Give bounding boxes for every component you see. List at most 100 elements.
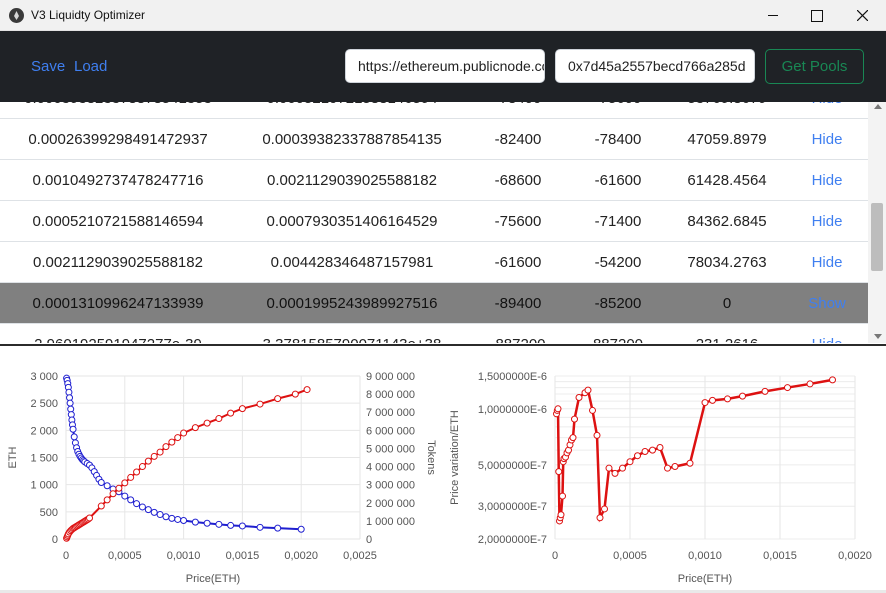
data-point (144, 506, 152, 514)
price-upper-cell: 0.0007930351406164529 (266, 213, 438, 230)
price-upper-cell: 0.004428346487157981 (270, 254, 434, 271)
data-point (162, 443, 170, 451)
price-upper-cell: 3.3781585790071143e+38 (236, 324, 468, 343)
data-point (686, 459, 694, 467)
data-point (156, 448, 164, 456)
data-point (66, 399, 74, 407)
data-point (180, 429, 188, 437)
pool-address-input[interactable]: 0x7d45a2557becd766a285d (555, 49, 755, 83)
table-row: 0.000393823378878541353 0.00052107215881… (0, 102, 868, 119)
data-point (256, 523, 264, 531)
data-point (162, 513, 170, 521)
tick-upper-cell: -71400 (594, 213, 642, 230)
get-pools-button[interactable]: Get Pools (765, 49, 864, 84)
y2-tick-label: 6 000 000 (366, 425, 415, 437)
price-lower-cell: 0.0010492737478247716 (32, 172, 204, 189)
y-tick-label: 1 000 (30, 480, 58, 492)
data-point (739, 392, 746, 400)
close-button[interactable] (840, 0, 886, 31)
data-point (168, 438, 176, 446)
data-point (69, 425, 77, 433)
data-point (724, 395, 731, 403)
tick-upper-cell: -78400 (594, 131, 642, 148)
x-tick-label: 0,0005 (613, 550, 647, 562)
x-tick-label: 0,0015 (226, 550, 260, 562)
data-point (109, 490, 117, 498)
data-point (256, 400, 264, 408)
toggle-visibility-link[interactable]: Show (786, 283, 868, 324)
series-line (65, 388, 308, 539)
toggle-visibility-link[interactable]: Hide (786, 119, 868, 160)
toggle-visibility-link[interactable]: Hide (786, 242, 868, 283)
positions-table[interactable]: 0.000393823378878541353 0.00052107215881… (0, 102, 886, 343)
x-tick-label: 0,0020 (838, 550, 872, 562)
toolbar: Save Load https://ethereum.publicnode.co… (0, 31, 886, 102)
toggle-visibility-link[interactable]: Hide (786, 324, 868, 343)
toggle-visibility-link[interactable]: Hide (786, 201, 868, 242)
data-point (634, 452, 641, 460)
tick-upper-cell: -85200 (594, 295, 642, 312)
data-point (701, 399, 709, 407)
minimize-button[interactable] (750, 0, 796, 31)
toggle-visibility-link[interactable]: Hide (786, 160, 868, 201)
data-point (133, 468, 141, 476)
data-point (554, 405, 562, 413)
data-point (709, 396, 716, 404)
data-point (203, 519, 211, 527)
tick-upper-cell: -75600 (568, 102, 668, 119)
y2-tick-label: 7 000 000 (366, 407, 415, 419)
data-point (829, 376, 836, 384)
data-point (156, 511, 164, 519)
data-point (103, 496, 111, 504)
table-row: 0.0021129039025588182 0.0044283464871579… (0, 242, 868, 283)
scroll-down-arrow-icon[interactable] (874, 334, 882, 339)
y-tick-label: 2 500 (30, 398, 58, 410)
y-tick-label: 1,0000000E-6 (478, 404, 547, 416)
data-point (168, 514, 176, 522)
price-lower-cell: 0.0005210721588146594 (32, 213, 204, 230)
y2-tick-label: 3 000 000 (366, 480, 415, 492)
data-point (127, 473, 135, 481)
tick-lower-cell: -82400 (494, 131, 542, 148)
maximize-button[interactable] (794, 0, 840, 31)
x-axis-label: Price(ETH) (678, 573, 732, 585)
data-point (203, 419, 211, 427)
price-upper-cell: 0.0021129039025588182 (267, 172, 437, 189)
data-point (180, 517, 188, 525)
data-point (133, 500, 141, 508)
x-tick-label: 0,0020 (284, 550, 318, 562)
data-point (70, 433, 78, 441)
data-point (649, 446, 656, 454)
tick-upper-cell: -61600 (594, 172, 642, 189)
scroll-up-arrow-icon[interactable] (874, 104, 882, 109)
data-point (215, 415, 223, 423)
data-point (150, 508, 158, 516)
scrollbar-thumb[interactable] (871, 203, 883, 271)
rpc-url-input[interactable]: https://ethereum.publicnode.com (345, 49, 545, 83)
data-point (144, 457, 152, 465)
price-variation-chart: 2,0000000E-7 3,0000000E-7 5,0000000E-7 1,00… (449, 371, 872, 585)
data-point (191, 424, 199, 432)
y2-tick-label: 2 000 000 (366, 498, 415, 510)
save-button[interactable]: Save (31, 58, 65, 75)
data-point (297, 525, 305, 533)
data-point (215, 520, 223, 528)
liquidity-cell: 53769.8679 (668, 102, 786, 119)
data-point (274, 524, 282, 532)
liquidity-cell: 47059.8979 (687, 131, 767, 148)
title-bar: V3 Liquidty Optimizer (0, 0, 886, 31)
data-point (191, 518, 199, 526)
data-point (238, 405, 246, 413)
data-point (238, 522, 246, 530)
tick-lower-cell: -89400 (494, 295, 542, 312)
price-lower-cell: 0.0021129039025588182 (33, 254, 203, 271)
y2-axis-label: Tokens (425, 440, 437, 475)
data-point (555, 468, 563, 476)
load-button[interactable]: Load (74, 58, 107, 75)
data-point (664, 464, 671, 472)
toggle-visibility-link[interactable]: Hide (786, 102, 868, 119)
y-tick-label: 3 000 (30, 371, 58, 383)
data-point (784, 384, 791, 392)
charts-panel: 0 500 1 000 1 500 2 000 2 500 3 000 0 0,0005 0,00… (0, 346, 886, 593)
x-tick-label: 0,0005 (108, 550, 142, 562)
